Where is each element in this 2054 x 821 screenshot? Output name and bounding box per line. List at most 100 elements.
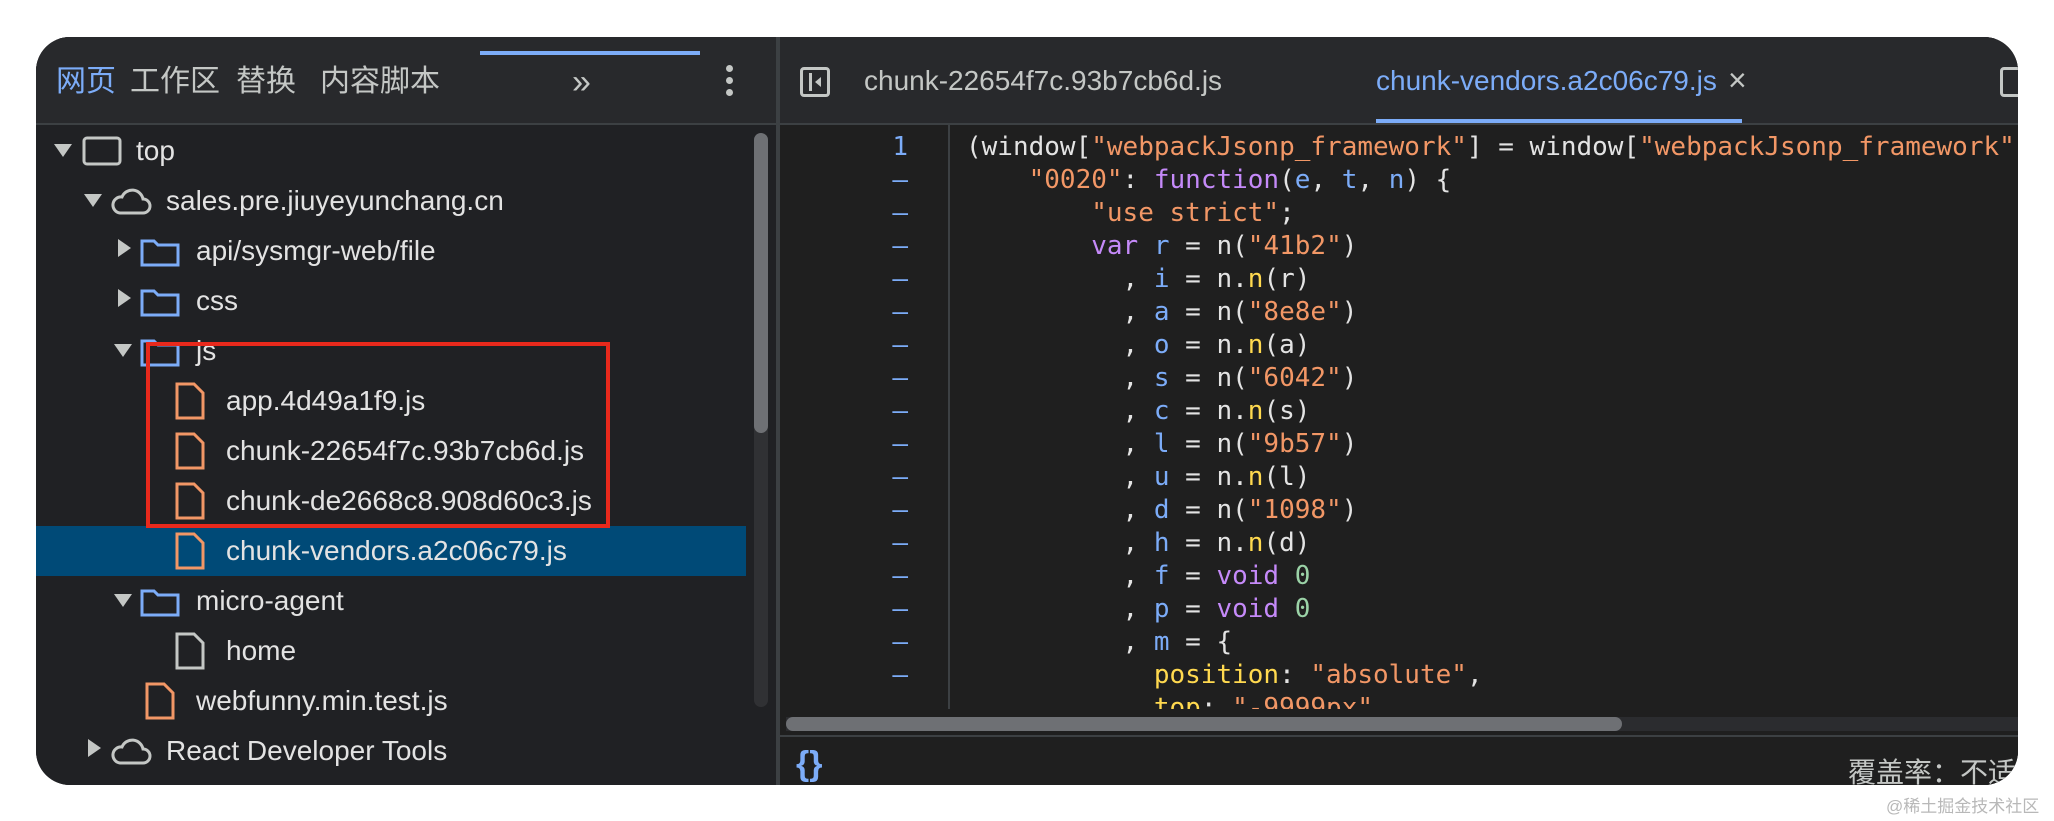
line-number[interactable]: – [788,626,908,659]
tree-item-file[interactable]: app.4d49a1f9.js [36,376,746,426]
code-line: , s = n("6042") [966,363,1358,393]
line-number[interactable]: – [788,428,908,461]
collapsed-arrow-icon[interactable] [88,739,101,757]
line-number[interactable]: – [788,527,908,560]
line-number[interactable]: – [788,230,908,263]
editor-tabbar: chunk-22654f7c.93b7cb6d.js chunk-vendors… [780,37,2018,125]
line-number[interactable]: – [788,560,908,593]
tree-item-label: chunk-vendors.a2c06c79.js [226,535,567,566]
code-line: position: "absolute", [1153,660,1483,690]
line-number[interactable]: – [788,395,908,428]
tree-item-css-folder[interactable]: css [36,276,746,326]
scrollbar-thumb[interactable] [754,133,768,433]
document-icon [175,632,205,670]
code-line: "0020": function(e, t, n) { [1028,165,1452,195]
tree-item-label: css [196,285,238,316]
tree-item-label: home [226,635,297,666]
tree-item-label: sales.pre.jiuyeyunchang.cn [166,185,504,216]
tree-item-label: top [136,135,175,166]
tab-scroll-indicator [480,51,700,55]
line-number[interactable]: – [788,593,908,626]
horizontal-scrollbar[interactable] [786,717,2018,731]
code-line: , i = n.n(r) [966,264,1311,294]
editor-tab-active[interactable]: chunk-vendors.a2c06c79.js [1376,53,1717,109]
cloud-icon [111,188,152,215]
watermark: @稀土掘金技术社区 [1886,797,2040,816]
code-line: , d = n("1098") [966,495,1358,525]
tree-item-label: api/sysmgr-web/file [196,235,436,266]
source-editor: chunk-22654f7c.93b7cb6d.js chunk-vendors… [780,37,2018,785]
devtools-window: 网页 工作区 替换 内容脚本 » top sales.pre.jiuyeyunc… [36,37,2018,785]
tab-page[interactable]: 网页 [56,55,116,109]
tree-item-js-folder[interactable]: js [36,326,746,376]
js-file-icon [145,682,175,720]
tree-item-file[interactable]: chunk-de2668c8.908d60c3.js [36,476,746,526]
more-options-icon[interactable] [724,65,736,101]
line-number[interactable]: – [788,296,908,329]
tree-item-domain[interactable]: sales.pre.jiuyeyunchang.cn [36,176,746,226]
close-tab-icon[interactable]: × [1728,55,1747,105]
toggle-debugger-icon[interactable] [2000,67,2018,97]
js-file-icon [175,532,205,570]
active-tab-underline [1376,119,1742,123]
folder-icon [140,589,180,617]
code-line: top: "-9999px" [1153,693,1374,709]
pretty-print-icon[interactable]: {} [796,745,822,784]
expanded-arrow-icon[interactable] [54,144,72,157]
tab-workspace[interactable]: 工作区 [130,55,220,109]
code-line: , f = void 0 [966,561,1311,591]
line-number[interactable]: – [788,329,908,362]
code-line: , p = void 0 [966,594,1311,624]
expanded-arrow-icon[interactable] [114,594,132,607]
folder-icon [140,289,180,317]
line-number[interactable]: – [788,659,908,692]
editor-tab[interactable]: chunk-22654f7c.93b7cb6d.js [864,53,1222,109]
line-number[interactable]: – [788,494,908,527]
tree-item-label: chunk-de2668c8.908d60c3.js [226,485,592,516]
cloud-icon [111,738,152,765]
code-view[interactable]: 1 – – – – – – – – – – – – – – – – (windo… [780,125,2018,709]
js-file-icon [175,432,205,470]
line-number[interactable]: – [788,263,908,296]
frame-icon [82,136,122,166]
expanded-arrow-icon[interactable] [84,194,102,207]
line-number[interactable]: – [788,197,908,230]
tree-item-file-selected[interactable]: chunk-vendors.a2c06c79.js [36,526,746,576]
code-line: "use strict"; [1091,198,1295,228]
editor-status-bar: {} 覆盖率：不适用 [780,735,2018,785]
tree-item-api-folder[interactable]: api/sysmgr-web/file [36,226,746,276]
tree-item-top[interactable]: top [36,126,746,176]
tree-item-file[interactable]: chunk-22654f7c.93b7cb6d.js [36,426,746,476]
tree-item-label: js [196,335,217,366]
tree-item-label: chunk-22654f7c.93b7cb6d.js [226,435,585,466]
folder-icon [140,339,180,367]
line-number[interactable]: – [788,362,908,395]
tab-content-scripts[interactable]: 内容脚本 [320,55,440,109]
line-gutter[interactable]: 1 – – – – – – – – – – – – – – – – [780,125,950,709]
scrollbar-thumb[interactable] [786,717,1622,731]
tree-item-label: app.4d49a1f9.js [226,385,426,416]
collapsed-arrow-icon[interactable] [118,289,131,307]
tree-item-file[interactable]: webfunny.min.test.js [36,676,746,726]
tab-overrides[interactable]: 替换 [236,55,296,109]
js-file-icon [175,482,205,520]
expanded-arrow-icon[interactable] [114,344,132,357]
line-number[interactable]: – [788,461,908,494]
line-number[interactable]: – [788,164,908,197]
collapsed-arrow-icon[interactable] [118,239,131,257]
code-line: , h = n.n(d) [966,528,1311,558]
tree-item-document[interactable]: home [36,626,746,676]
tree-item-extension[interactable]: React Developer Tools [36,726,746,776]
code-line: , l = n("9b57") [966,429,1358,459]
line-number[interactable]: 1 [788,131,908,164]
code-line: , u = n.n(l) [966,462,1311,492]
sources-navigator: 网页 工作区 替换 内容脚本 » top sales.pre.jiuyeyunc… [36,37,776,785]
tree-scrollbar[interactable] [754,133,768,707]
code-line: var r = n("41b2") [1091,231,1358,261]
tree-item-micro-agent-folder[interactable]: micro-agent [36,576,746,626]
toggle-navigator-icon[interactable] [800,67,830,97]
file-tree: top sales.pre.jiuyeyunchang.cn api/sysmg… [36,125,776,785]
more-tabs-icon[interactable]: » [572,55,591,109]
navigator-tabbar: 网页 工作区 替换 内容脚本 » [36,37,776,125]
js-file-icon [175,382,205,420]
